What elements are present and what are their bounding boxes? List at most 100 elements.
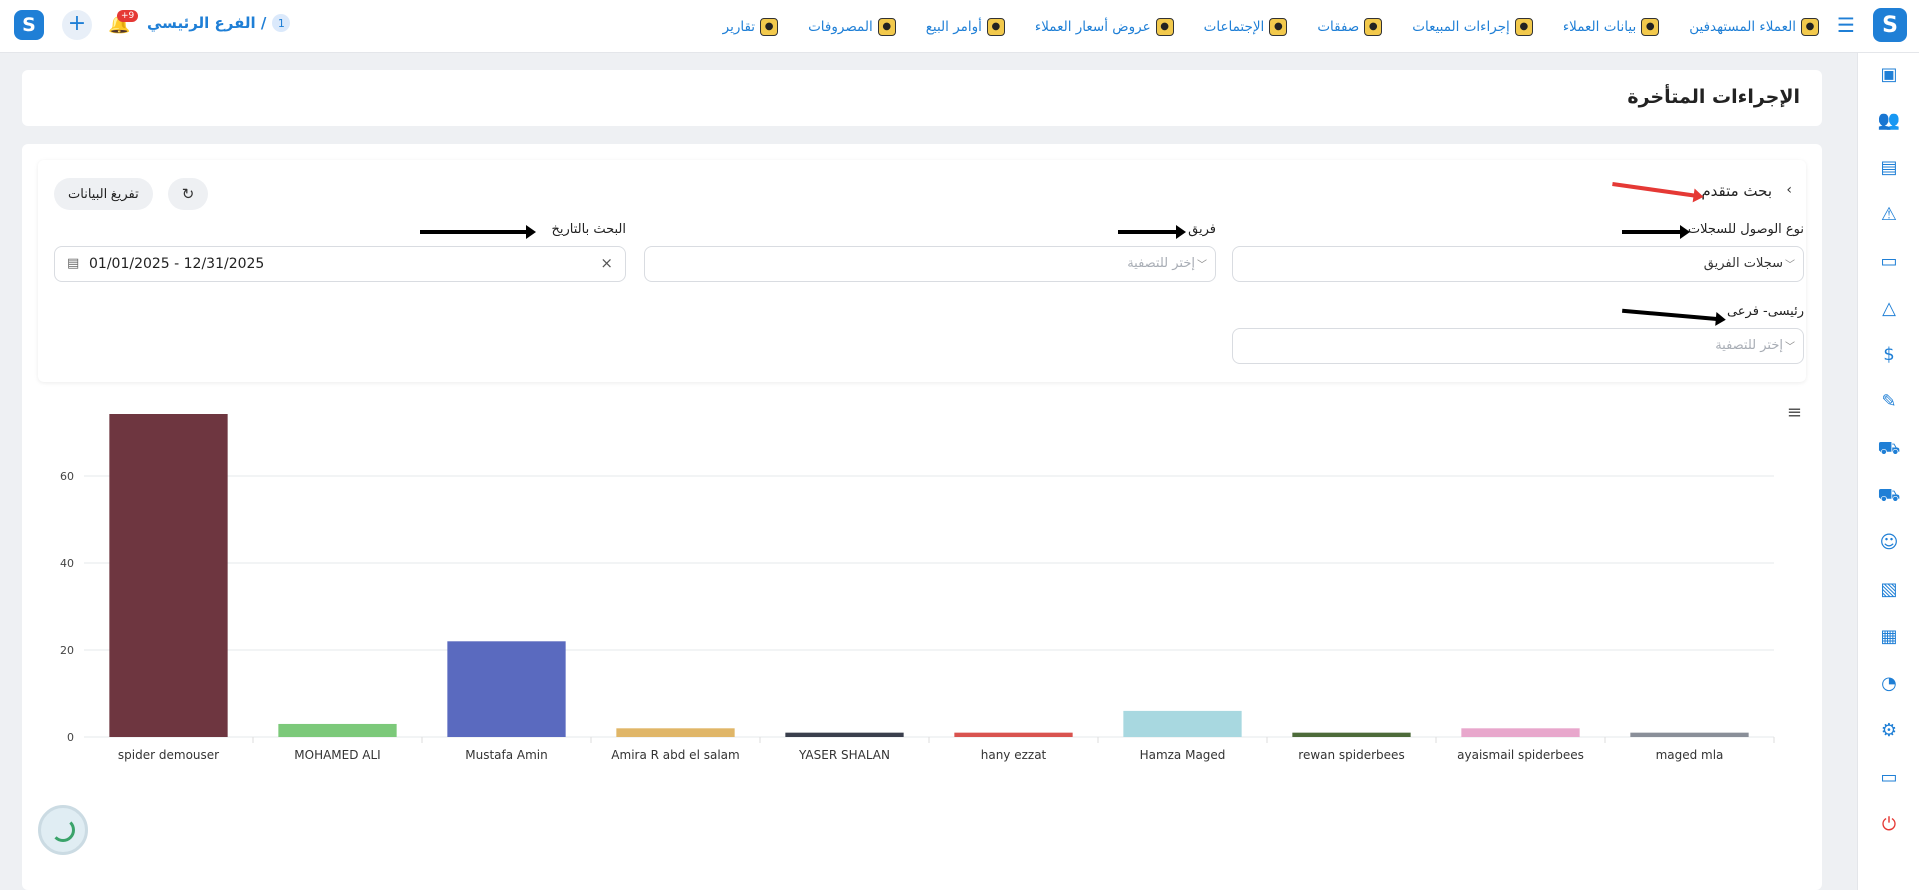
annotation-arrow xyxy=(420,225,536,239)
access-type-value: سجلات الفريق xyxy=(1703,256,1783,271)
window-icon[interactable]: ▭ xyxy=(1877,766,1901,790)
nav-item-1[interactable]: ● بيانات العملاء xyxy=(1562,17,1660,36)
sales-orders-icon: ● xyxy=(986,17,1005,36)
target-customers-icon: ● xyxy=(1801,17,1819,36)
x-tick-label: Mustafa Amin xyxy=(465,748,548,762)
chevron-down-icon: ﹀ xyxy=(1785,260,1795,271)
user-settings-icon[interactable]: ☺ xyxy=(1877,531,1901,555)
team-select[interactable]: ﹀ إختر للتصفية xyxy=(644,246,1216,282)
nav-item-8[interactable]: ● تقارير xyxy=(722,17,779,36)
team-placeholder: إختر للتصفية xyxy=(1127,256,1195,271)
right-sidebar: ▣ 👥 ▤ ⚠ ▭ △ $ ✎ ⛟ ⛟ ☺ ▧ ▦ ◔ ⚙ ▭ ⏻ xyxy=(1857,53,1919,890)
date-range-value: 01/01/2025 - 12/31/2025 xyxy=(89,256,265,272)
main-sub-placeholder: إختر للتصفية xyxy=(1715,338,1783,353)
access-type-select[interactable]: ﹀ سجلات الفريق xyxy=(1232,246,1804,282)
y-tick-label: 0 xyxy=(67,731,74,744)
spinner-arc xyxy=(51,818,75,842)
reports-icon: ● xyxy=(760,17,779,36)
add-card-icon[interactable]: ▣ xyxy=(1877,63,1901,87)
refresh-icon[interactable]: ↻ xyxy=(168,178,208,210)
x-tick-label: YASER SHALAN xyxy=(798,748,890,762)
branch-label: الفرع الرئيسي / xyxy=(147,14,267,32)
team-icon[interactable]: 👥 xyxy=(1877,109,1901,133)
branch-number: 1 xyxy=(272,14,291,32)
bar-6[interactable] xyxy=(1123,710,1242,737)
truck-icon[interactable]: ⛟ xyxy=(1877,437,1901,461)
annotation-arrow-red xyxy=(1612,182,1698,198)
x-tick-label: rewan spiderbees xyxy=(1298,748,1404,762)
bar-3[interactable] xyxy=(616,728,735,737)
warning-icon[interactable]: ⚠ xyxy=(1877,203,1901,227)
bar-0[interactable] xyxy=(109,414,228,737)
money-icon[interactable]: ▤ xyxy=(1877,156,1901,180)
document-icon[interactable]: ▦ xyxy=(1877,625,1901,649)
nav-item-0[interactable]: ● العملاء المستهدفين xyxy=(1689,17,1819,36)
reports-chart-icon[interactable]: ◔ xyxy=(1877,672,1901,696)
power-icon[interactable]: ⏻ xyxy=(1877,813,1901,837)
invoice-icon[interactable]: $ xyxy=(1877,343,1901,367)
close-icon[interactable]: × xyxy=(600,254,613,272)
top-bar: S ☰ ● العملاء المستهدفين ● بيانات العملاء ● إ… xyxy=(0,0,1919,53)
nav-item-6[interactable]: ● أوامر البيع xyxy=(925,17,1005,36)
title-card: الإجراءات المتأخرة xyxy=(22,70,1822,126)
nav-item-label: إجراءات المبيعات xyxy=(1412,18,1510,35)
chevron-down-icon: ﹀ xyxy=(1197,260,1207,271)
bar-2[interactable] xyxy=(447,641,566,737)
customer-data-icon: ● xyxy=(1641,17,1660,36)
quotations-icon: ● xyxy=(1155,17,1174,36)
sales-actions-icon: ● xyxy=(1514,17,1533,36)
team-label: فريق xyxy=(1188,222,1216,237)
signature-icon[interactable]: ✎ xyxy=(1877,390,1901,414)
main-sub-label: رئيسى- فرعى xyxy=(1726,304,1804,319)
x-tick-label: hany ezzat xyxy=(981,748,1047,762)
nav-item-2[interactable]: ● إجراءات المبيعات xyxy=(1412,17,1533,36)
deals-icon: ● xyxy=(1364,17,1383,36)
nav-item-label: تقارير xyxy=(722,18,756,35)
nav-item-label: عروض أسعار العملاء xyxy=(1034,18,1151,35)
nav-item-label: بيانات العملاء xyxy=(1562,18,1637,35)
add-document-icon[interactable]: ▧ xyxy=(1877,578,1901,602)
bar-5[interactable] xyxy=(954,732,1073,737)
chevron-left-icon[interactable]: ‹ xyxy=(1786,182,1792,198)
expenses-icon: ● xyxy=(877,17,896,36)
branch-selector[interactable]: 1 الفرع الرئيسي / xyxy=(147,14,291,32)
main-card: ‹ بحث متقدم... تفريغ البيانات ↻ نوع الوص… xyxy=(22,144,1822,890)
x-tick-label: Amira R abd el salam xyxy=(611,748,739,762)
loading-spinner xyxy=(38,805,88,855)
video-icon[interactable]: ▭ xyxy=(1877,250,1901,274)
date-search-label: البحث بالتاريخ xyxy=(551,222,627,237)
bar-8[interactable] xyxy=(1461,728,1580,737)
nav-item-7[interactable]: ● المصروفات xyxy=(808,17,896,36)
delivery-icon[interactable]: ⛟ xyxy=(1877,484,1901,508)
nav-item-5[interactable]: ● عروض أسعار العملاء xyxy=(1034,17,1174,36)
access-type-label: نوع الوصول للسجلات xyxy=(1687,222,1804,237)
y-tick-label: 20 xyxy=(60,644,74,657)
nav-item-label: الإجتماعات xyxy=(1203,18,1265,35)
chevron-down-icon: ﹀ xyxy=(1785,342,1795,353)
annotation-arrow xyxy=(1622,225,1690,239)
clear-data-button[interactable]: تفريغ البيانات xyxy=(54,178,153,210)
menu-toggle-icon[interactable]: ☰ xyxy=(1835,14,1857,36)
nav-item-4[interactable]: ● الإجتماعات xyxy=(1203,17,1288,36)
x-tick-label: spider demouser xyxy=(118,748,219,762)
add-button[interactable]: + xyxy=(62,10,92,40)
bar-7[interactable] xyxy=(1292,732,1411,737)
bar-4[interactable] xyxy=(785,732,904,737)
app-logo[interactable]: S xyxy=(1873,8,1907,42)
nav-item-3[interactable]: ● صفقات xyxy=(1317,17,1383,36)
calendar-icon: ▤ xyxy=(67,256,80,271)
bar-9[interactable] xyxy=(1630,732,1749,737)
nav-item-label: أوامر البيع xyxy=(925,18,982,35)
filter-panel: ‹ بحث متقدم... تفريغ البيانات ↻ نوع الوص… xyxy=(38,160,1806,382)
page-title: الإجراءات المتأخرة xyxy=(1627,86,1800,108)
mountain-icon[interactable]: △ xyxy=(1877,297,1901,321)
x-tick-label: maged mla xyxy=(1656,748,1724,762)
annotation-arrow xyxy=(1622,308,1720,322)
bar-chart: 020406080100spider demouserMOHAMED ALIMu… xyxy=(60,414,1775,762)
date-range-input[interactable]: ▤ 01/01/2025 - 12/31/2025 × xyxy=(54,246,626,282)
main-nav: ● العملاء المستهدفين ● بيانات العملاء ● إجراء… xyxy=(723,0,1819,53)
secondary-logo[interactable]: S xyxy=(14,10,44,40)
gear-icon[interactable]: ⚙ xyxy=(1877,719,1901,743)
main-sub-select[interactable]: ﹀ إختر للتصفية xyxy=(1232,328,1804,364)
bar-1[interactable] xyxy=(278,723,397,737)
